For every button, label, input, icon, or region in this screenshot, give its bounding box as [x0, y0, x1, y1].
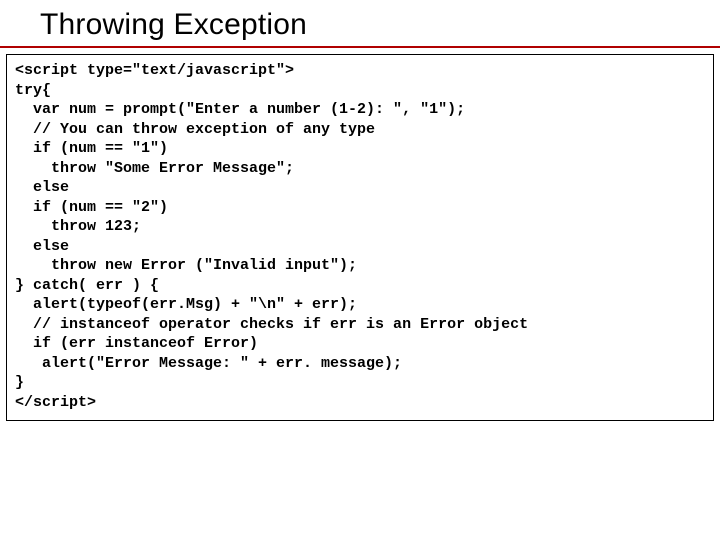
- slide-title: Throwing Exception: [0, 0, 720, 46]
- title-underline: [0, 46, 720, 48]
- code-block: <script type="text/javascript"> try{ var…: [6, 54, 714, 421]
- slide: Throwing Exception <script type="text/ja…: [0, 0, 720, 540]
